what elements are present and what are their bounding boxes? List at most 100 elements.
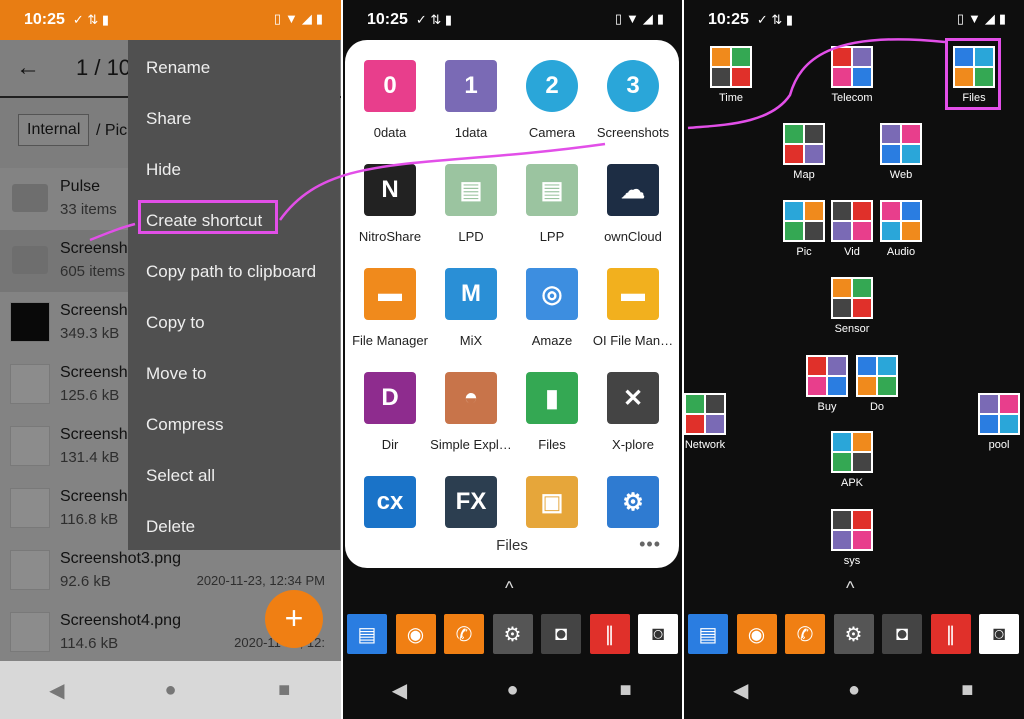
app-lpp[interactable]: ▤ LPP [511,164,593,244]
app-file-manager[interactable]: ▬ File Manager [349,268,431,348]
app-amaze[interactable]: ◎ Amaze [511,268,593,348]
recents-nav-icon[interactable]: ■ [596,679,656,702]
dock-messages-icon[interactable]: ▤ [347,614,387,654]
app-icon: ◎ [526,268,578,320]
app-lpd[interactable]: ▤ LPD [430,164,512,244]
app-label: LPP [539,229,565,244]
tile-cell [808,377,826,395]
tile-cell [858,377,876,395]
app-label: Dir [381,437,399,452]
app-screenshots[interactable]: 3 Screenshots [592,60,674,140]
menu-item-copy-to[interactable]: Copy to [146,313,205,333]
app-icon: N [364,164,416,216]
tile-cell [1000,395,1018,413]
tile-cell [833,299,851,317]
home-tile-apk[interactable]: APK [817,431,887,489]
tile-cell [833,279,851,297]
nav-bar: ◀ ● ■ [0,661,341,719]
tile-cell [833,222,851,240]
app-label: OI File Man… [592,333,674,348]
dock-camera-icon[interactable]: ◙ [979,614,1019,654]
app-owncloud[interactable]: ☁ ownCloud [592,164,674,244]
home-nav-icon[interactable]: ● [824,679,884,702]
chevron-up-icon[interactable]: ^ [505,578,513,599]
tile-cell [712,68,730,86]
dock-dashcam-icon[interactable]: ◘ [882,614,922,654]
menu-item-share[interactable]: Share [146,109,191,129]
dock-recorder-icon[interactable]: ∥ [930,614,971,654]
home-tile-map[interactable]: Map [769,123,839,181]
home-tile-network[interactable]: Network [684,393,740,451]
file-manager-panel: 10:25 ✓ ⇅ ▮ ▯▼◢▮ ← 1 / 10 Internal / Pic… [0,0,341,719]
home-tile-do[interactable]: Do [842,355,912,413]
highlight-box [945,38,1001,110]
tile-cell [902,202,920,220]
tile-cell [902,125,920,143]
tile-label: Do [869,401,885,413]
app-label: Files [538,437,566,452]
dock-network-tools-icon[interactable]: ⚙ [492,614,533,654]
tile-icon-grid [856,355,898,397]
app-mix[interactable]: M MiX [430,268,512,348]
home-tile-pool[interactable]: pool [964,393,1024,451]
tile-cell [858,357,876,375]
tile-cell [853,299,871,317]
home-tile-sensor[interactable]: Sensor [817,277,887,335]
tile-cell [712,48,730,66]
menu-item-copy-path[interactable]: Copy path to clipboard [146,262,316,282]
app-unlabeled-18[interactable]: ▣ [511,476,593,541]
chevron-up-icon[interactable]: ^ [846,578,854,599]
app-unlabeled-17[interactable]: FX [430,476,512,541]
tile-cell [686,415,704,433]
menu-item-compress[interactable]: Compress [146,415,223,435]
app-label: Camera [528,125,576,140]
app-simple-expl[interactable]: ◓ Simple Expl… [430,372,512,452]
status-time: 10:25 [708,11,749,28]
recents-nav-icon[interactable]: ■ [254,679,314,702]
back-nav-icon[interactable]: ◀ [370,678,430,703]
dock-phone-icon[interactable]: ✆ [444,614,484,654]
app-nitroshare[interactable]: N NitroShare [349,164,431,244]
home-nav-icon[interactable]: ● [483,679,543,702]
home-nav-icon[interactable]: ● [140,679,200,702]
app-unlabeled-16[interactable]: cx [349,476,431,541]
back-nav-icon[interactable]: ◀ [27,678,87,703]
app-x-plore[interactable]: ✕ X-plore [592,372,674,452]
tile-cell [882,222,900,240]
menu-item-rename[interactable]: Rename [146,58,210,78]
menu-item-hide[interactable]: Hide [146,160,181,180]
home-tile-sys[interactable]: sys [817,509,887,567]
dock-recorder-icon[interactable]: ∥ [589,614,630,654]
recents-nav-icon[interactable]: ■ [937,679,997,702]
app-camera[interactable]: 2 Camera [511,60,593,140]
launcher-folder-panel: 10:25 ✓ ⇅ ▮ ▯▼◢▮ Files ••• 0 0data 1 1data 2… [343,0,682,719]
home-tile-time[interactable]: Time [696,46,766,104]
menu-item-move-to[interactable]: Move to [146,364,206,384]
app-0data[interactable]: 0 0data [349,60,431,140]
add-fab-button[interactable]: + [265,590,323,648]
dock-dashcam-icon[interactable]: ◘ [541,614,581,654]
app-unlabeled-19[interactable]: ⚙ [592,476,674,541]
app-dir[interactable]: D Dir [349,372,431,452]
app-label: ownCloud [604,229,662,244]
app-files[interactable]: ▮ Files [511,372,593,452]
dock-messages-icon[interactable]: ▤ [688,614,728,654]
home-tile-telecom[interactable]: Telecom [817,46,887,104]
dock-network-tools-icon[interactable]: ⚙ [833,614,874,654]
menu-item-select-all[interactable]: Select all [146,466,215,486]
dock-phone-icon[interactable]: ✆ [785,614,825,654]
tile-icon-grid [831,277,873,319]
back-nav-icon[interactable]: ◀ [711,678,771,703]
dock-camera-icon[interactable]: ◙ [638,614,678,654]
home-tile-web[interactable]: Web [866,123,936,181]
tile-icon-grid [831,509,873,551]
app-oi-file-man[interactable]: ▬ OI File Man… [592,268,674,348]
app-icon: ▮ [526,372,578,424]
app-label: Amaze [531,333,573,348]
home-tile-audio[interactable]: Audio [866,200,936,258]
app-1data[interactable]: 1 1data [430,60,512,140]
dock-contacts-icon[interactable]: ◉ [395,614,436,654]
app-icon: ✕ [607,372,659,424]
menu-item-delete[interactable]: Delete [146,517,195,537]
dock-contacts-icon[interactable]: ◉ [736,614,777,654]
